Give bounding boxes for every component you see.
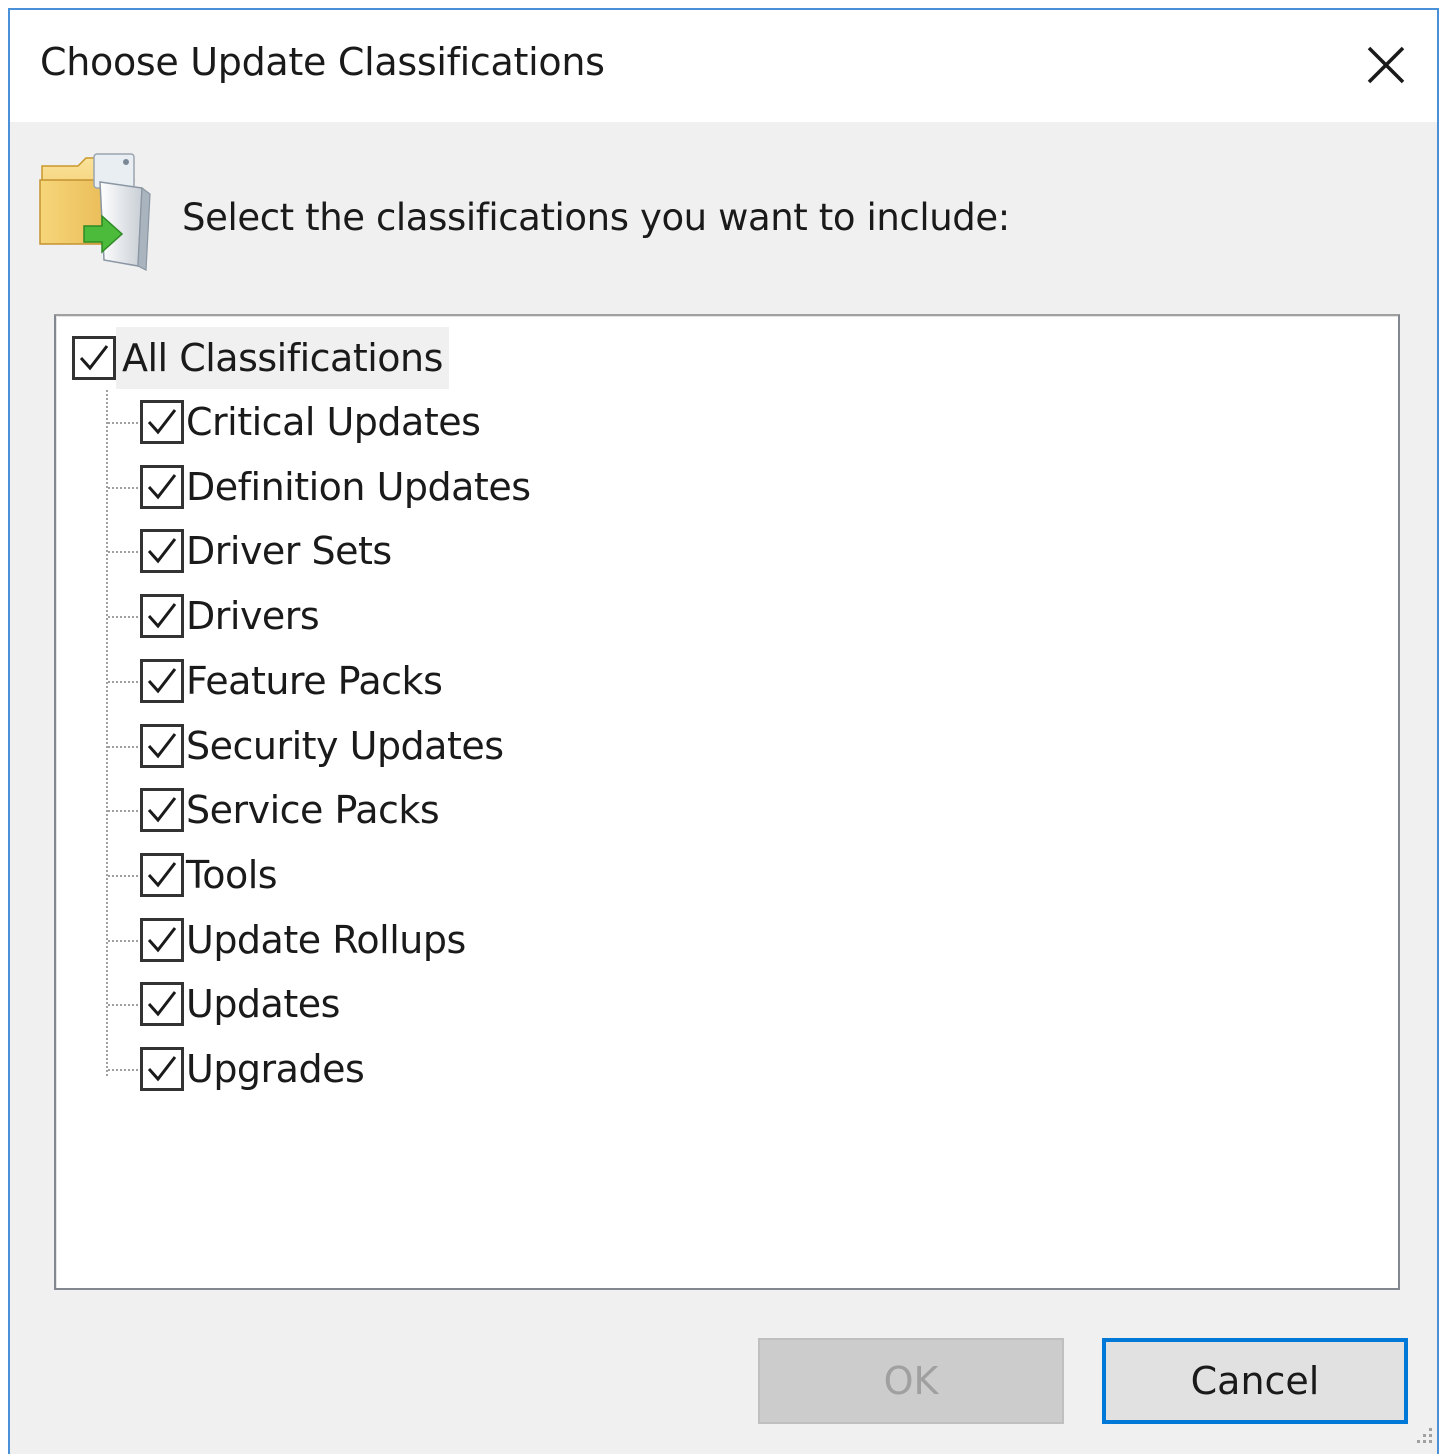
tree-node-label: Security Updates bbox=[186, 723, 504, 768]
tree-node-label: Upgrades bbox=[186, 1047, 365, 1091]
tree-node-all-classifications[interactable]: All Classifications bbox=[72, 327, 449, 389]
checkbox-checked-icon bbox=[140, 788, 184, 833]
tree-node-upgrades[interactable]: Upgrades bbox=[140, 1041, 365, 1097]
classification-checkbox[interactable] bbox=[140, 464, 184, 509]
tree-node-driver-sets[interactable]: Driver Sets bbox=[140, 523, 392, 579]
tree-connector-vertical bbox=[106, 390, 108, 1076]
checkbox-checked-icon bbox=[140, 852, 184, 897]
all-classifications-label-highlight: All Classifications bbox=[116, 327, 449, 389]
tree-connector-horizontal bbox=[108, 1004, 138, 1007]
close-button[interactable] bbox=[1349, 28, 1423, 102]
tree-node-label: Updates bbox=[186, 982, 340, 1027]
classification-checkbox[interactable] bbox=[140, 788, 184, 833]
tree-node-label: Critical Updates bbox=[186, 400, 481, 444]
tree-connector-horizontal bbox=[108, 810, 138, 813]
checkbox-checked-icon bbox=[140, 400, 184, 444]
tree-connector-horizontal bbox=[108, 616, 138, 619]
tree-node-drivers[interactable]: Drivers bbox=[140, 588, 320, 644]
folder-with-update-icon bbox=[38, 148, 158, 272]
classification-checkbox[interactable] bbox=[140, 594, 184, 639]
classification-tree[interactable]: All Classifications Critical Updates Defi… bbox=[54, 314, 1400, 1290]
checkbox-checked-icon bbox=[140, 723, 184, 768]
classification-checkbox[interactable] bbox=[140, 982, 184, 1027]
checkbox-checked-icon bbox=[140, 917, 184, 962]
tree-node-definition-updates[interactable]: Definition Updates bbox=[140, 459, 531, 515]
all-classifications-checkbox[interactable] bbox=[72, 336, 116, 380]
tree-connector-horizontal bbox=[108, 551, 138, 554]
tree-node-label: Definition Updates bbox=[186, 464, 531, 509]
tree-connector-horizontal bbox=[108, 745, 138, 748]
dialog-window: Choose Update Classifications Select the… bbox=[8, 8, 1439, 1454]
checkbox-checked-icon bbox=[140, 658, 184, 703]
instruction-text: Select the classifications you want to i… bbox=[182, 196, 1010, 239]
checkbox-checked-icon bbox=[140, 464, 184, 509]
classification-checkbox[interactable] bbox=[140, 917, 184, 962]
tree-node-service-packs[interactable]: Service Packs bbox=[140, 782, 440, 838]
checkbox-checked-icon bbox=[140, 1047, 184, 1091]
tree-node-label: Drivers bbox=[186, 594, 320, 639]
tree-connector-horizontal bbox=[108, 1069, 138, 1071]
tree-connector-horizontal bbox=[108, 939, 138, 942]
checkbox-checked-icon bbox=[140, 529, 184, 574]
classification-checkbox[interactable] bbox=[140, 658, 184, 703]
title-bar: Choose Update Classifications bbox=[10, 10, 1437, 122]
tree-node-feature-packs[interactable]: Feature Packs bbox=[140, 653, 443, 709]
tree-node-critical-updates[interactable]: Critical Updates bbox=[140, 394, 481, 450]
tree-node-label: Tools bbox=[186, 852, 278, 897]
dialog-title: Choose Update Classifications bbox=[40, 40, 605, 84]
tree-node-label: All Classifications bbox=[122, 336, 443, 380]
tree-node-label: Update Rollups bbox=[186, 917, 466, 962]
tree-connector-horizontal bbox=[108, 422, 138, 424]
classification-checkbox[interactable] bbox=[140, 1047, 184, 1091]
tree-node-label: Feature Packs bbox=[186, 658, 443, 703]
close-icon bbox=[1367, 46, 1405, 84]
classification-checkbox[interactable] bbox=[140, 400, 184, 444]
classification-checkbox[interactable] bbox=[140, 529, 184, 574]
checkbox-checked-icon bbox=[72, 336, 116, 380]
ok-button[interactable]: OK bbox=[758, 1338, 1064, 1424]
tree-node-update-rollups[interactable]: Update Rollups bbox=[140, 912, 466, 968]
tree-connector-horizontal bbox=[108, 486, 138, 489]
tree-node-label: Driver Sets bbox=[186, 529, 392, 574]
tree-node-tools[interactable]: Tools bbox=[140, 847, 278, 903]
checkbox-checked-icon bbox=[140, 982, 184, 1027]
tree-connector-horizontal bbox=[108, 874, 138, 877]
tree-node-updates[interactable]: Updates bbox=[140, 976, 340, 1032]
resize-grip-icon[interactable] bbox=[1409, 1424, 1435, 1450]
cancel-button[interactable]: Cancel bbox=[1102, 1338, 1408, 1424]
classification-checkbox[interactable] bbox=[140, 852, 184, 897]
tree-connector-horizontal bbox=[108, 680, 138, 683]
checkbox-checked-icon bbox=[140, 594, 184, 639]
tree-node-label: Service Packs bbox=[186, 788, 440, 833]
tree-node-security-updates[interactable]: Security Updates bbox=[140, 718, 504, 774]
classification-checkbox[interactable] bbox=[140, 723, 184, 768]
